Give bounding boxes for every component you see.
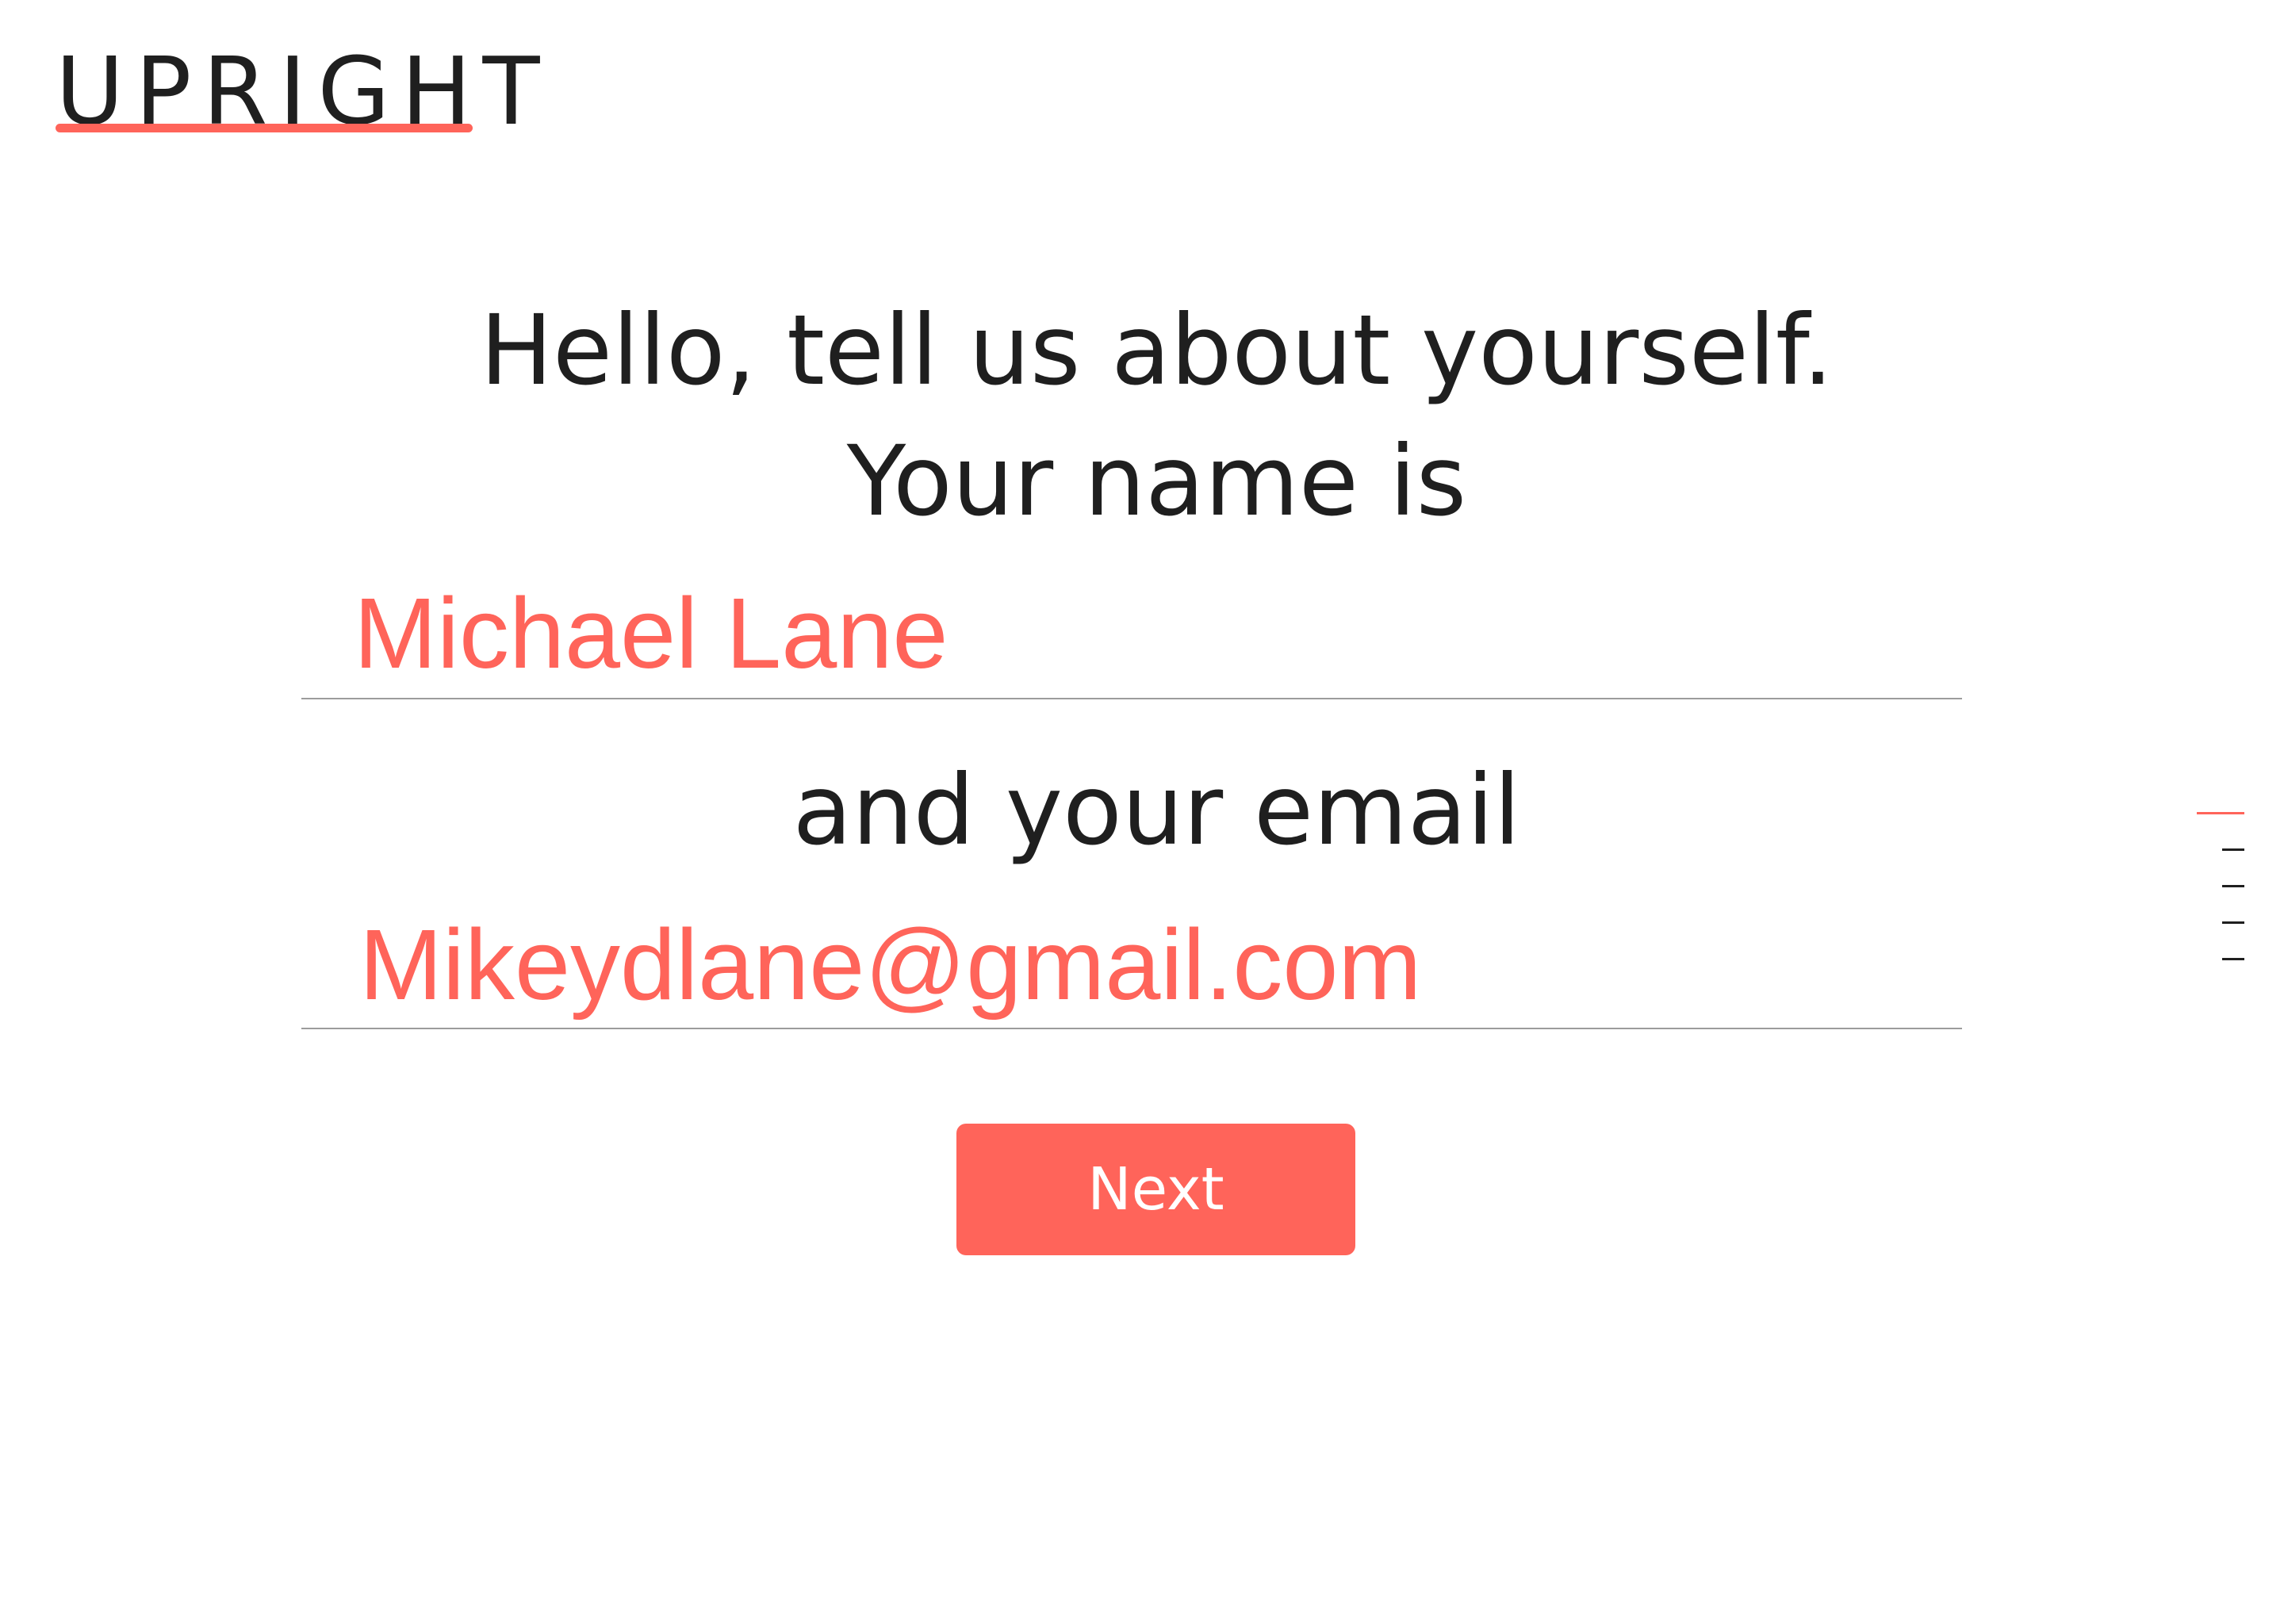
email-prompt: and your email <box>792 754 1521 867</box>
name-field-underline <box>301 698 1962 699</box>
step-marker-2[interactable] <box>2222 848 2244 851</box>
greeting-heading-line-1: Hello, tell us about yourself. <box>480 294 1834 407</box>
step-progress-indicator <box>2189 809 2244 967</box>
name-prompt: Your name is <box>846 425 1467 538</box>
logo-underline <box>56 124 473 132</box>
email-field[interactable] <box>359 907 1953 1022</box>
email-field-underline <box>301 1028 1962 1029</box>
next-button[interactable]: Next <box>956 1124 1355 1255</box>
step-marker-5[interactable] <box>2222 958 2244 960</box>
name-field[interactable] <box>354 576 1956 691</box>
step-marker-4[interactable] <box>2222 921 2244 924</box>
greeting-heading: Hello, tell us about yourself. Your name… <box>0 285 2284 547</box>
step-marker-1[interactable] <box>2197 812 2244 814</box>
step-marker-3[interactable] <box>2222 885 2244 887</box>
